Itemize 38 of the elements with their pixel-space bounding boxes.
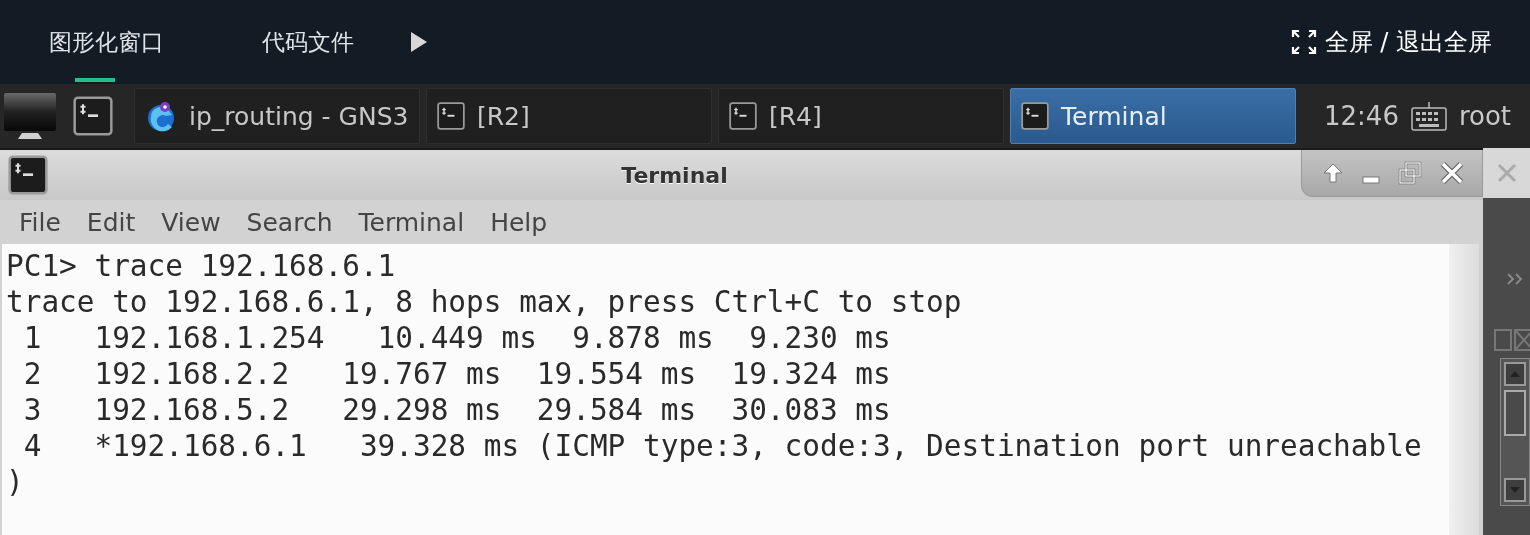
terminal-icon[interactable] xyxy=(73,96,113,136)
tab[interactable]: 代码文件 xyxy=(250,0,366,84)
terminal-icon xyxy=(729,102,757,130)
terminal-line: trace to 192.168.6.1, 8 hops max, press Ctrl+C to stop xyxy=(6,284,962,320)
taskbar-item[interactable]: Terminal xyxy=(1010,88,1296,144)
terminal-line: 1 192.168.1.254 10.449 ms 9.878 ms 9.230 ms xyxy=(22,320,891,356)
close-icon[interactable] xyxy=(1440,161,1464,185)
user-name: root xyxy=(1457,101,1513,131)
tab[interactable]: 图形化窗口 xyxy=(37,0,176,84)
taskbar-item[interactable]: [R2] xyxy=(426,88,712,144)
minimize-icon[interactable] xyxy=(1362,176,1380,184)
window-title: Terminal xyxy=(620,162,729,188)
taskbar-item[interactable]: [R4] xyxy=(718,88,1004,144)
menu-item[interactable]: File xyxy=(6,207,74,237)
terminal-icon xyxy=(8,155,48,195)
scrollbar[interactable] xyxy=(1499,358,1530,506)
scroll-thumb[interactable] xyxy=(1503,390,1526,436)
up-arrow-icon[interactable] xyxy=(1322,162,1344,184)
play-icon[interactable] xyxy=(410,31,428,53)
menu-item[interactable]: View xyxy=(148,207,234,237)
terminal-icon xyxy=(1021,102,1049,130)
terminal-line: 2 192.168.2.2 19.767 ms 19.554 ms 19.324 ms xyxy=(22,356,891,392)
fullscreen-icon xyxy=(1290,29,1317,55)
restore-icon[interactable] xyxy=(1398,161,1422,185)
fullscreen-button[interactable]: 全屏 / 退出全屏 xyxy=(1290,26,1492,58)
terminal-line: 3 192.168.5.2 29.298 ms 29.584 ms 30.083 ms xyxy=(22,392,891,428)
keyboard-icon[interactable] xyxy=(1410,100,1447,132)
clock: 12:46 xyxy=(1323,101,1400,131)
window-buttons-icon[interactable] xyxy=(1493,328,1530,352)
menu-item[interactable]: Edit xyxy=(73,207,149,237)
terminal-line: PC1> trace 192.168.6.1 xyxy=(6,248,396,284)
menu-item[interactable]: Search xyxy=(233,207,346,237)
menu-item[interactable]: Help xyxy=(477,207,561,237)
terminal-line: 4 *192.168.6.1 39.328 ms (ICMP type:3, code:3, Destination port unreachable xyxy=(22,428,1422,464)
terminal-icon xyxy=(437,102,465,130)
taskbar-item[interactable]: ip_routing - GNS3 xyxy=(134,88,420,144)
menu-item[interactable]: Terminal xyxy=(345,207,478,237)
terminal-line: ) xyxy=(6,464,24,500)
